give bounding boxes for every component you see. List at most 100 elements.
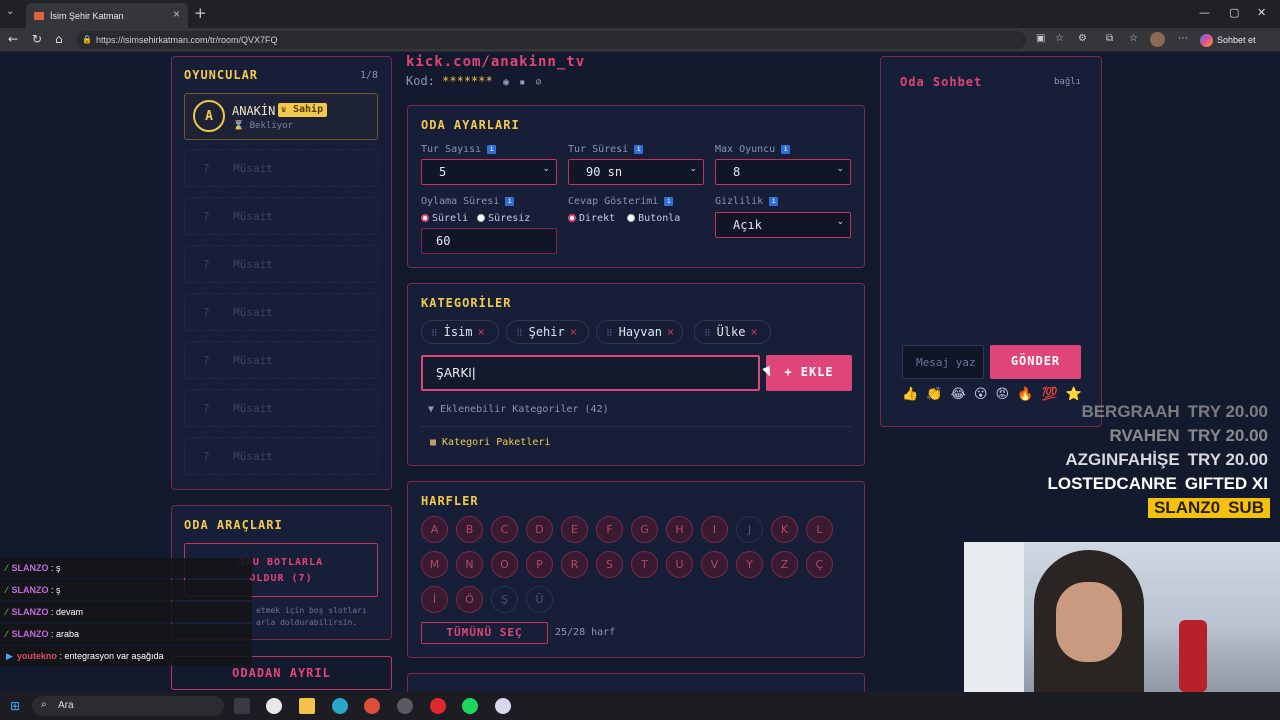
info-icon[interactable]: i (781, 144, 791, 154)
emoji-button[interactable]: 😡 (996, 387, 1010, 402)
extensions-icon[interactable]: ⚙ (1078, 33, 1087, 44)
emoji-button[interactable]: 😂 (951, 387, 966, 402)
letter-toggle[interactable]: R (561, 551, 588, 578)
category-chip[interactable]: ⠿ Hayvan × (596, 320, 683, 344)
spotify-icon[interactable] (462, 698, 478, 714)
category-chip[interactable]: ⠿ Ülke × (694, 320, 771, 344)
privacy-select[interactable]: Açık ⌄ (715, 212, 851, 238)
drag-handle-icon[interactable]: ⠿ (516, 329, 523, 339)
app-icon[interactable] (397, 698, 413, 714)
media-player-icon[interactable] (430, 698, 446, 714)
chat-send-button[interactable]: GÖNDER (990, 345, 1081, 379)
drag-handle-icon[interactable]: ⠿ (431, 329, 438, 339)
maximize-icon[interactable]: ▢ (1229, 6, 1239, 19)
letter-toggle[interactable]: O (491, 551, 518, 578)
letter-toggle[interactable]: T (631, 551, 658, 578)
drag-handle-icon[interactable]: ⠿ (704, 329, 711, 339)
letter-toggle[interactable]: Z (771, 551, 798, 578)
emoji-button[interactable]: 🔥 (1017, 387, 1033, 402)
info-icon[interactable]: i (634, 144, 644, 154)
favorites-icon[interactable]: ☆ (1129, 33, 1138, 44)
file-explorer-icon[interactable] (299, 698, 315, 714)
remove-chip-icon[interactable]: × (667, 325, 674, 339)
available-categories-toggle[interactable]: ▼ Eklenebilir Kategoriler (42) (428, 404, 609, 415)
letter-toggle[interactable]: F (596, 516, 623, 543)
letter-toggle[interactable]: H (666, 516, 693, 543)
remove-chip-icon[interactable]: × (478, 325, 485, 339)
remove-chip-icon[interactable]: × (570, 325, 577, 339)
chrome-icon[interactable] (364, 698, 380, 714)
letter-toggle[interactable]: U (666, 551, 693, 578)
copilot-button[interactable]: Sohbet et (1200, 31, 1256, 49)
eye-icon[interactable]: ◉ (503, 77, 509, 88)
tab-list-icon[interactable]: ⌄ (6, 6, 14, 17)
vote-duration-input[interactable]: 60 (421, 228, 557, 254)
collections-icon[interactable]: ⧉ (1106, 33, 1113, 44)
link-icon[interactable]: ⊘ (535, 77, 541, 88)
select-all-letters-button[interactable]: TÜMÜNÜ SEÇ (421, 622, 548, 644)
letter-toggle[interactable]: J (736, 516, 763, 543)
minimize-icon[interactable]: — (1199, 6, 1210, 19)
letter-toggle[interactable]: V (701, 551, 728, 578)
category-chip[interactable]: ⠿ Şehir × (506, 320, 589, 344)
letter-toggle[interactable]: P (526, 551, 553, 578)
remove-chip-icon[interactable]: × (751, 325, 758, 339)
split-screen-icon[interactable]: ▣ (1036, 33, 1045, 44)
close-window-icon[interactable]: ✕ (1257, 6, 1266, 19)
letter-toggle[interactable]: Ü (526, 586, 553, 613)
emoji-button[interactable]: 💯 (1041, 387, 1057, 402)
browser-tab[interactable]: İsim Şehir Katman × (26, 3, 188, 28)
edge-icon[interactable] (332, 698, 348, 714)
taskbar-search[interactable]: ⌕ Ara (32, 696, 224, 716)
radio-direct[interactable] (568, 214, 576, 222)
favorite-star-icon[interactable]: ☆ (1055, 33, 1064, 44)
letter-toggle[interactable]: G (631, 516, 658, 543)
letter-toggle[interactable]: Ç (806, 551, 833, 578)
app-icon[interactable] (495, 698, 511, 714)
back-icon[interactable]: ← (8, 32, 18, 46)
max-players-select[interactable]: 8 ⌄ (715, 159, 851, 185)
duration-select[interactable]: 90 sn ⌄ (568, 159, 704, 185)
letter-toggle[interactable]: A (421, 516, 448, 543)
emoji-button[interactable]: 👍 (902, 387, 918, 402)
drag-handle-icon[interactable]: ⠿ (606, 329, 613, 339)
letter-toggle[interactable]: S (596, 551, 623, 578)
close-tab-icon[interactable]: × (173, 7, 180, 21)
info-icon[interactable]: i (487, 144, 497, 154)
profile-avatar[interactable] (1150, 32, 1165, 47)
stream-link[interactable]: kick.com/anakinn_tv (406, 54, 585, 70)
emoji-button[interactable]: 😮 (974, 387, 988, 402)
refresh-icon[interactable]: ↻ (32, 32, 42, 46)
letter-toggle[interactable]: Y (736, 551, 763, 578)
letter-toggle[interactable]: E (561, 516, 588, 543)
info-icon[interactable]: i (769, 196, 779, 206)
letter-toggle[interactable]: İ (421, 586, 448, 613)
home-icon[interactable]: ⌂ (55, 32, 63, 46)
start-icon[interactable]: ⊞ (10, 699, 20, 713)
rounds-select[interactable]: 5 ⌄ (421, 159, 557, 185)
letter-toggle[interactable]: M (421, 551, 448, 578)
emoji-button[interactable]: 👏 (926, 387, 942, 402)
category-packages-link[interactable]: ■ Kategori Paketleri (430, 437, 550, 448)
letter-toggle[interactable]: C (491, 516, 518, 543)
letter-toggle[interactable]: Ş (491, 586, 518, 613)
radio-button-mode[interactable] (627, 214, 636, 222)
emoji-button[interactable]: ⭐ (1066, 387, 1082, 402)
info-icon[interactable]: i (505, 196, 515, 206)
letter-toggle[interactable]: D (526, 516, 553, 543)
letter-toggle[interactable]: B (456, 516, 483, 543)
letter-toggle[interactable]: L (806, 516, 833, 543)
new-tab-icon[interactable]: + (194, 4, 207, 22)
chatgpt-icon[interactable] (266, 698, 282, 714)
radio-untimed[interactable] (477, 214, 486, 222)
url-bar[interactable]: 🔒 https://isimsehirkatman.com/tr/room/QV… (76, 31, 1026, 49)
category-input[interactable]: ŞARKI| (421, 355, 760, 391)
info-icon[interactable]: i (664, 196, 674, 206)
add-category-button[interactable]: + EKLE (766, 355, 852, 391)
chat-message-input[interactable]: Mesaj yaz (902, 345, 984, 379)
letter-toggle[interactable]: N (456, 551, 483, 578)
task-view-icon[interactable] (234, 698, 250, 714)
letter-toggle[interactable]: Ö (456, 586, 483, 613)
letter-toggle[interactable]: I (701, 516, 728, 543)
more-menu-icon[interactable]: ⋯ (1178, 33, 1188, 44)
